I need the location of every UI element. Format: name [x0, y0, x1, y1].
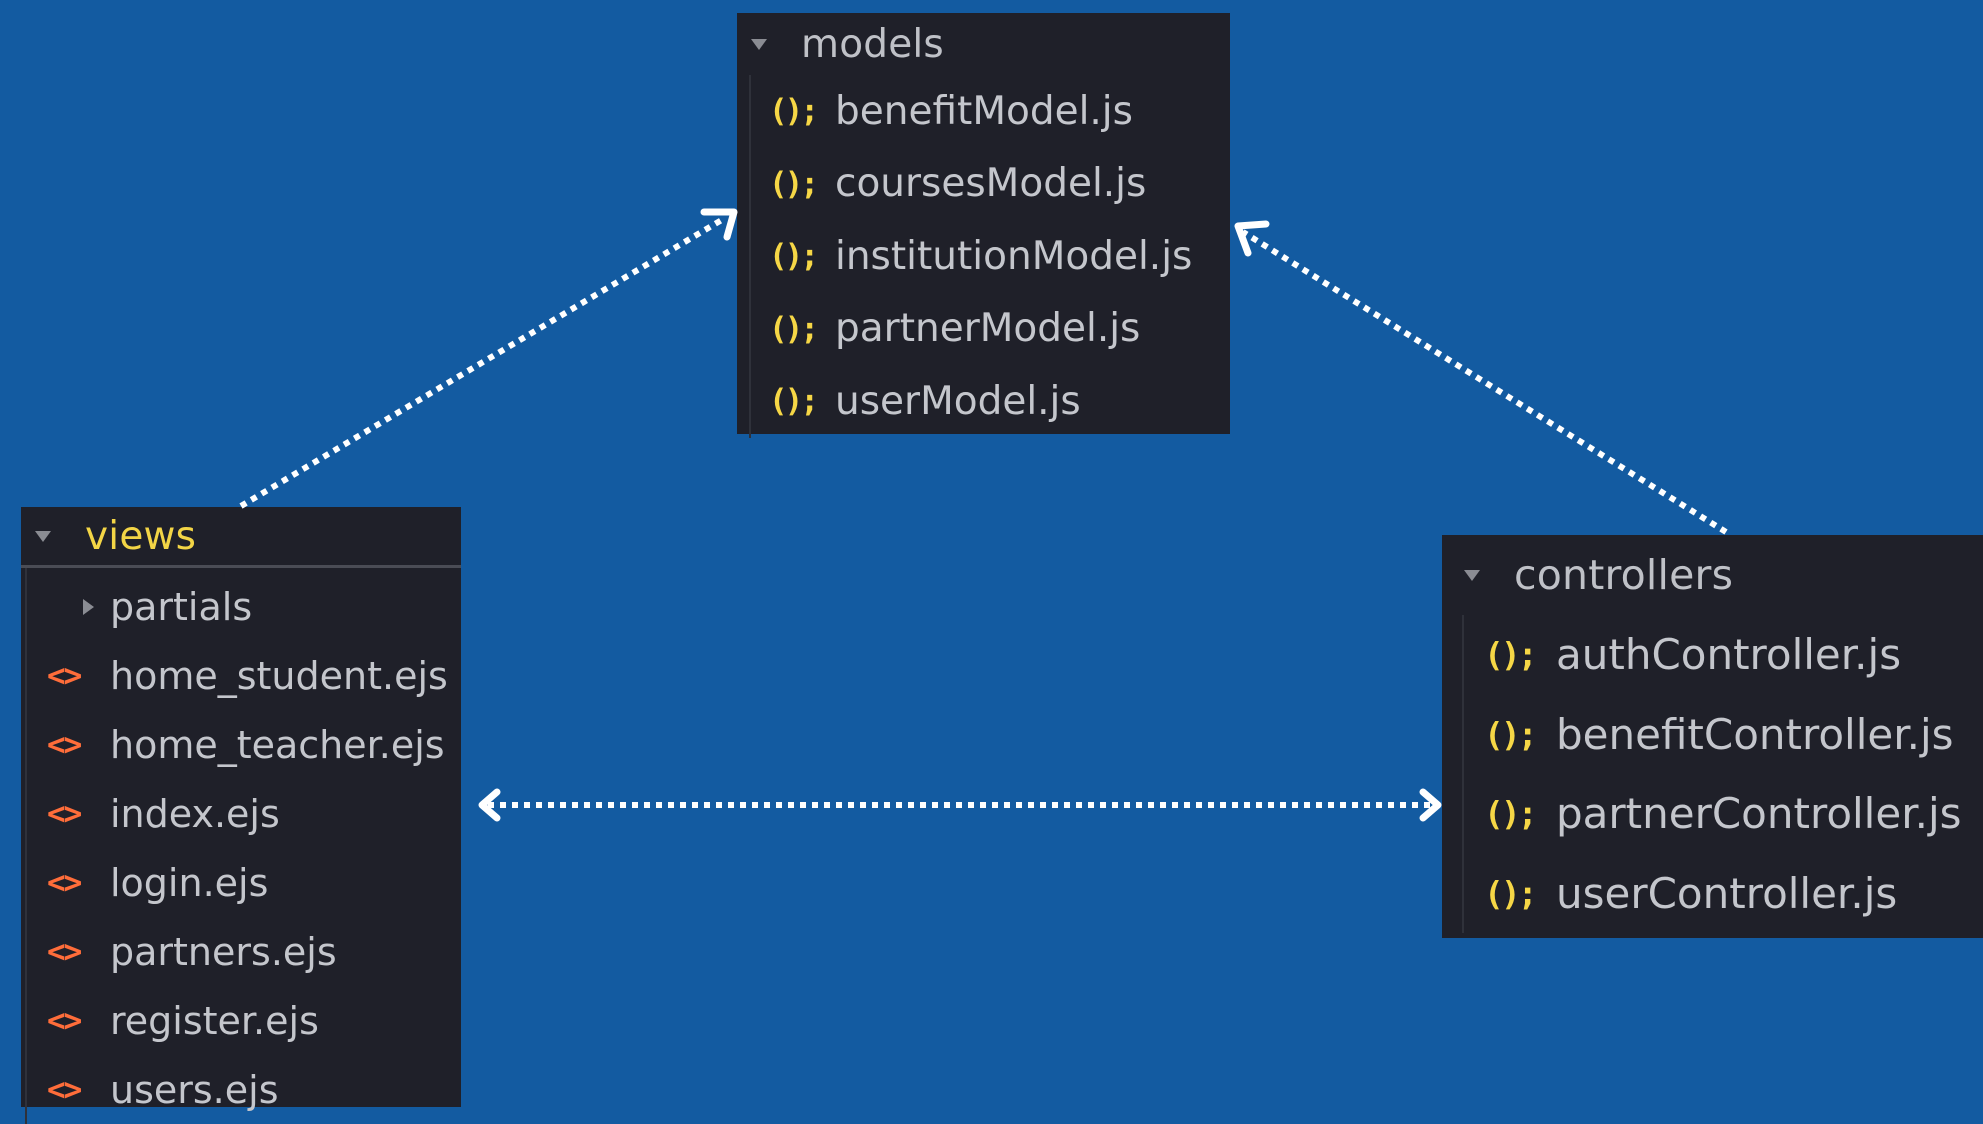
controllers-folder-panel: controllers (); authController.js (); be…	[1442, 535, 1983, 938]
file-name: institutionModel.js	[835, 233, 1193, 279]
folder-name: partials	[110, 584, 253, 629]
js-file-icon: ();	[769, 310, 819, 347]
ejs-file-icon: <>	[47, 933, 82, 970]
file-row[interactable]: <> users.ejs	[47, 1055, 461, 1124]
file-row[interactable]: (); benefitController.js	[1484, 695, 1983, 775]
js-file-icon: ();	[1484, 873, 1538, 913]
views-file-list: partials <> home_student.ejs <> home_tea…	[21, 568, 461, 1124]
file-name: authController.js	[1556, 630, 1902, 680]
file-name: login.ejs	[110, 860, 269, 905]
file-row[interactable]: <> home_student.ejs	[47, 641, 461, 710]
ejs-file-icon: <>	[47, 726, 82, 763]
ejs-file-icon: <>	[47, 1002, 82, 1039]
models-folder-header[interactable]: models	[737, 13, 1230, 75]
arrowhead-icon	[1234, 220, 1270, 257]
js-file-icon: ();	[1484, 635, 1538, 675]
file-name: benefitController.js	[1556, 709, 1954, 759]
expanded-caret-icon[interactable]	[35, 530, 51, 542]
js-file-icon: ();	[769, 383, 819, 420]
file-name: partnerController.js	[1556, 789, 1962, 839]
file-row[interactable]: (); authController.js	[1484, 615, 1983, 695]
views-folder-header[interactable]: views	[21, 507, 461, 568]
controllers-to-models-arrow	[1241, 229, 1728, 535]
controllers-folder-header[interactable]: controllers	[1442, 535, 1983, 615]
views-folder-panel: views partials <> home_student.ejs <> ho…	[21, 507, 461, 1124]
folder-row-partials[interactable]: partials	[47, 572, 461, 641]
controllers-folder-title: controllers	[1514, 551, 1734, 599]
file-row[interactable]: <> partners.ejs	[47, 917, 461, 986]
file-row[interactable]: (); userModel.js	[769, 365, 1230, 438]
views-to-models-arrow	[239, 215, 727, 509]
views-folder-title: views	[85, 513, 197, 559]
models-folder-title: models	[801, 21, 944, 67]
js-file-icon: ();	[1484, 714, 1538, 754]
tree-indent-guide	[749, 75, 751, 438]
expanded-caret-icon[interactable]	[751, 38, 767, 50]
arrowhead-icon	[1419, 788, 1442, 822]
arrowhead-icon	[700, 208, 738, 241]
file-row[interactable]: <> login.ejs	[47, 848, 461, 917]
js-file-icon: ();	[769, 93, 819, 130]
ejs-file-icon: <>	[47, 1071, 82, 1108]
file-row[interactable]: (); coursesModel.js	[769, 148, 1230, 221]
file-name: benefitModel.js	[835, 88, 1133, 134]
models-folder-panel: models (); benefitModel.js (); coursesMo…	[737, 13, 1230, 438]
tree-indent-guide	[25, 568, 27, 1124]
file-name: userController.js	[1556, 868, 1898, 918]
file-name: home_student.ejs	[110, 653, 448, 698]
js-file-icon: ();	[769, 165, 819, 202]
file-row[interactable]: (); institutionModel.js	[769, 220, 1230, 293]
models-file-list: (); benefitModel.js (); coursesModel.js …	[737, 75, 1230, 438]
js-file-icon: ();	[1484, 794, 1538, 834]
file-row[interactable]: (); partnerModel.js	[769, 293, 1230, 366]
file-row[interactable]: (); userController.js	[1484, 854, 1983, 934]
file-name: coursesModel.js	[835, 161, 1147, 207]
file-name: partnerModel.js	[835, 306, 1141, 352]
tree-indent-guide	[1462, 615, 1464, 933]
file-row[interactable]: (); partnerController.js	[1484, 774, 1983, 854]
file-row[interactable]: <> index.ejs	[47, 779, 461, 848]
file-name: partners.ejs	[110, 929, 337, 974]
file-name: userModel.js	[835, 378, 1081, 424]
file-name: index.ejs	[110, 791, 280, 836]
file-row[interactable]: <> home_teacher.ejs	[47, 710, 461, 779]
ejs-file-icon: <>	[47, 657, 82, 694]
file-name: users.ejs	[110, 1067, 279, 1112]
controllers-file-list: (); authController.js (); benefitControl…	[1442, 615, 1983, 933]
file-name: home_teacher.ejs	[110, 722, 445, 767]
file-row[interactable]: <> register.ejs	[47, 986, 461, 1055]
expanded-caret-icon[interactable]	[1464, 569, 1480, 581]
collapsed-caret-icon[interactable]	[47, 598, 110, 615]
ejs-file-icon: <>	[47, 795, 82, 832]
file-name: register.ejs	[110, 998, 319, 1043]
js-file-icon: ();	[769, 238, 819, 275]
ejs-file-icon: <>	[47, 864, 82, 901]
file-row[interactable]: (); benefitModel.js	[769, 75, 1230, 148]
arrowhead-icon	[478, 788, 501, 822]
